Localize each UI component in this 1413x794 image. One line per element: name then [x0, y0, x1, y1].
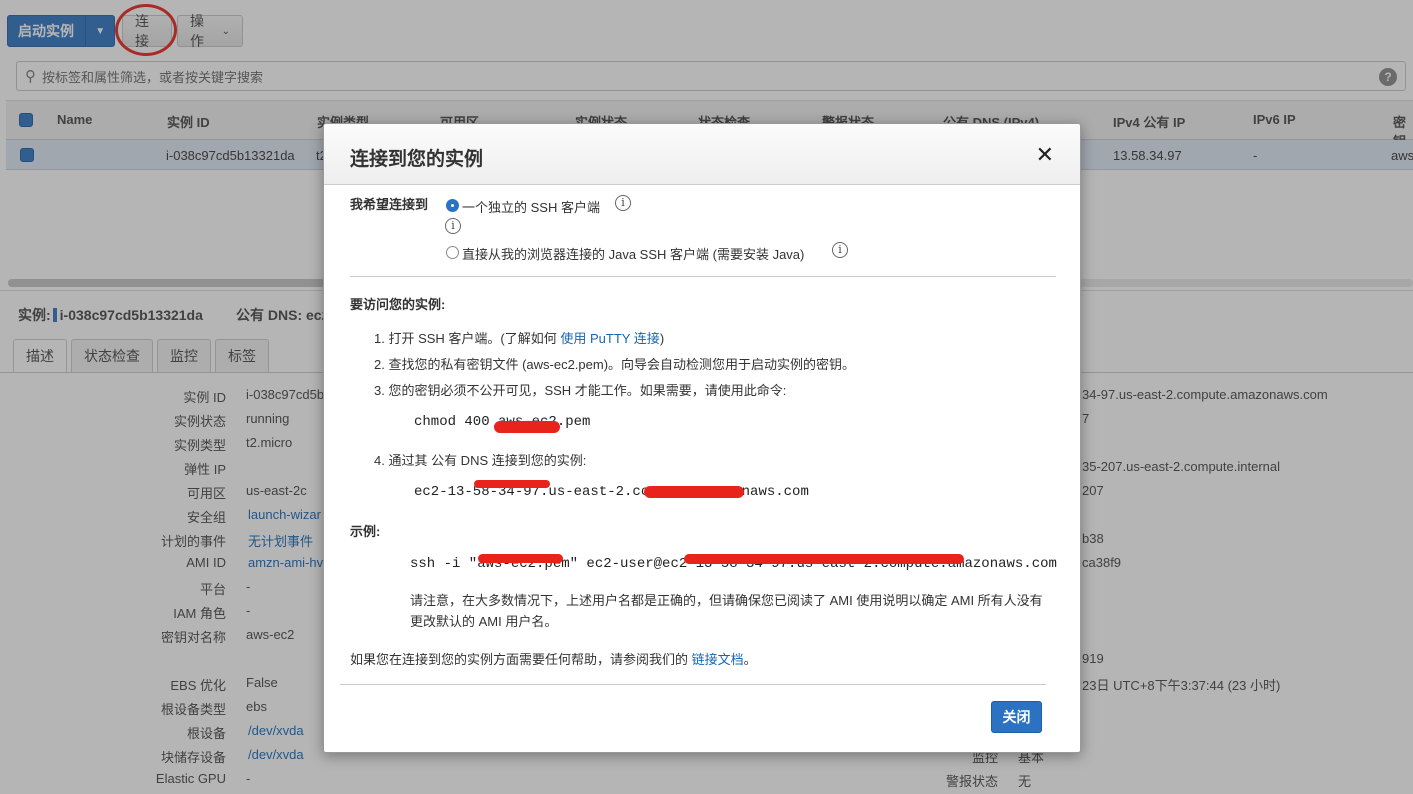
step-3: 3. 您的密钥必须不公开可见，SSH 才能工作。如果需要，请使用此命令:: [374, 383, 787, 398]
putty-link[interactable]: 使用 PuTTY 连接: [560, 331, 659, 346]
example-heading: 示例:: [350, 524, 381, 539]
access-heading: 要访问您的实例:: [350, 297, 446, 312]
step-2: 2. 查找您的私有密钥文件 (aws-ec2.pem)。向导会自动检测您用于启动…: [374, 357, 856, 372]
radio-ssh-client[interactable]: [446, 199, 459, 212]
info-icon[interactable]: i: [832, 242, 848, 258]
help-text-prefix: 如果您在连接到您的实例方面需要任何帮助，请参阅我们的: [350, 652, 692, 667]
close-button[interactable]: 关闭: [991, 701, 1042, 733]
step-1-text: 1. 打开 SSH 客户端。(了解如何: [374, 331, 561, 346]
radio-java-ssh[interactable]: [446, 246, 459, 259]
footer-divider: [340, 684, 1046, 685]
redaction-scribble: [474, 480, 550, 488]
docs-link[interactable]: 链接文档: [692, 652, 744, 667]
info-icon[interactable]: i: [615, 195, 631, 211]
username-note: 请注意，在大多数情况下，上述用户名都是正确的，但请确保您已阅读了 AMI 使用说…: [410, 593, 1043, 629]
redaction-scribble: [644, 486, 744, 498]
connect-dialog: 连接到您的实例 ✕ 我希望连接到 一个独立的 SSH 客户端 i i 直接从我的…: [323, 123, 1081, 753]
dns-command: ec2-13-58-34-97.us-east-2.compute.amazon…: [414, 484, 809, 500]
redaction-scribble: [478, 554, 563, 563]
step-4: 4. 通过其 公有 DNS 连接到您的实例:: [374, 453, 587, 468]
redaction-scribble: [494, 421, 560, 433]
info-icon[interactable]: i: [445, 218, 461, 234]
step-1: 1. 打开 SSH 客户端。(了解如何 使用 PuTTY 连接): [374, 328, 664, 347]
dialog-header: 连接到您的实例 ✕: [324, 124, 1080, 185]
divider: [350, 276, 1056, 277]
step-1-suffix: ): [659, 331, 665, 346]
option-java-ssh-label[interactable]: 直接从我的浏览器连接的 Java SSH 客户端 (需要安装 Java): [462, 244, 804, 263]
help-text-suffix: 。: [743, 652, 757, 667]
close-icon[interactable]: ✕: [1036, 142, 1054, 168]
help-text: 如果您在连接到您的实例方面需要任何帮助，请参阅我们的 链接文档。: [350, 649, 757, 668]
redaction-scribble: [684, 554, 964, 564]
connect-to-label: 我希望连接到: [350, 197, 429, 212]
option-ssh-client-label[interactable]: 一个独立的 SSH 客户端: [462, 197, 600, 216]
dialog-title: 连接到您的实例: [350, 149, 484, 170]
